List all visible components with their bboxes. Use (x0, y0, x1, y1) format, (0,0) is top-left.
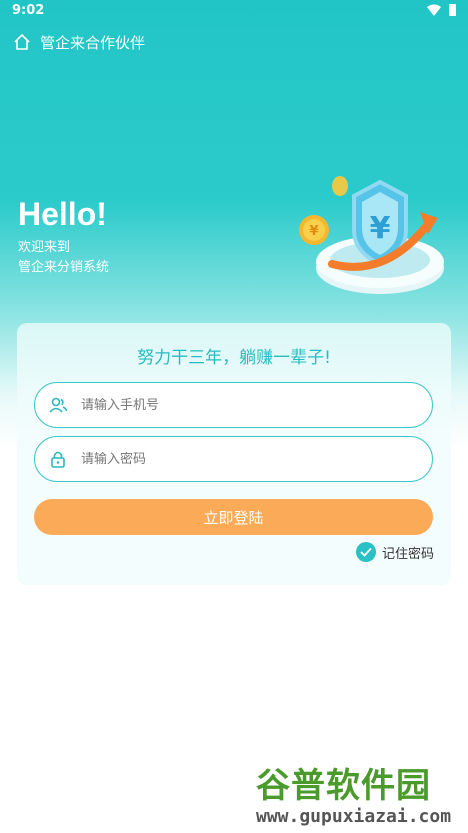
password-field[interactable] (34, 436, 433, 482)
status-bar: 9:02 (0, 0, 468, 22)
wifi-icon (427, 4, 441, 16)
slogan: 努力干三年，躺赚一辈子! (137, 348, 331, 368)
check-icon[interactable] (355, 542, 376, 562)
phone-input[interactable] (81, 397, 381, 413)
top-bar: 管企来合作伙伴 (12, 30, 145, 54)
watermark-title: 谷普软件园 (256, 766, 431, 806)
users-icon (47, 394, 69, 416)
remember-password-toggle[interactable]: 记住密码 (355, 542, 434, 562)
lock-icon (47, 448, 69, 470)
status-time: 9:02 (12, 3, 45, 18)
welcome-line-1: 欢迎来到 (18, 240, 71, 255)
home-icon[interactable] (12, 32, 32, 52)
watermark-url: www.gupuxiazai.com (256, 806, 452, 827)
shield-coin-illustration: ¥ ¥ (299, 176, 444, 294)
status-icons (427, 4, 456, 16)
remember-password-label: 记住密码 (381, 546, 434, 562)
watermark: 谷普软件园 www.gupuxiazai.com (256, 758, 464, 830)
svg-text:¥: ¥ (370, 211, 391, 246)
page-title: 管企来合作伙伴 (40, 33, 146, 52)
hello-heading: Hello! (18, 196, 107, 232)
login-card: 努力干三年，躺赚一辈子! 立即登陆 记住密码 (17, 323, 451, 585)
phone-field[interactable] (34, 382, 433, 428)
password-input[interactable] (81, 451, 381, 467)
welcome-line-2: 管企来分销系统 (18, 260, 110, 275)
svg-text:¥: ¥ (309, 224, 318, 239)
battery-icon (449, 4, 456, 16)
login-button[interactable]: 立即登陆 (34, 499, 433, 535)
welcome-text: 欢迎来到 管企来分销系统 (18, 238, 109, 278)
